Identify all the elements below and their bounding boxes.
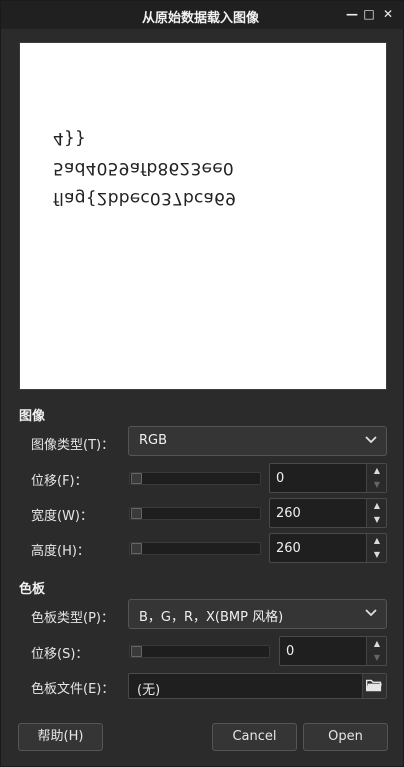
palette-offset-label: 位移(S)： xyxy=(31,647,89,662)
image-height-spinbox[interactable]: 260 ▲ ▼ xyxy=(269,533,387,563)
preview-text-line: 4}} xyxy=(53,128,87,148)
maximize-button[interactable]: □ xyxy=(361,6,377,22)
close-button[interactable]: ✕ xyxy=(380,6,396,22)
chevron-down-icon xyxy=(365,609,377,617)
image-width-spinbox[interactable]: 260 ▲ ▼ xyxy=(269,498,387,528)
slider-handle[interactable] xyxy=(131,473,142,484)
image-offset-slider[interactable] xyxy=(129,472,261,485)
arrow-down-icon[interactable]: ▼ xyxy=(367,478,387,492)
image-width-value: 260 xyxy=(276,506,301,521)
slider-handle[interactable] xyxy=(131,508,142,519)
arrow-up-icon[interactable]: ▲ xyxy=(367,499,387,513)
palette-file-label: 色板文件(E)： xyxy=(31,682,115,697)
preview-text-line: 5ad4059afb8623ee0 xyxy=(53,158,234,178)
palette-file-chooser[interactable]: (无) xyxy=(128,673,387,699)
slider-handle[interactable] xyxy=(131,543,142,554)
image-width-slider[interactable] xyxy=(129,507,261,520)
palette-offset-slider[interactable] xyxy=(129,645,270,658)
image-type-label: 图像类型(T)： xyxy=(31,438,115,453)
palette-type-label: 色板类型(P)： xyxy=(31,611,114,626)
image-width-label: 宽度(W)： xyxy=(31,509,93,524)
title-bar[interactable]: 从原始数据载入图像 — □ ✕ xyxy=(1,1,404,29)
palette-file-value: (无) xyxy=(137,683,161,698)
palette-section-heading: 色板 xyxy=(19,582,46,597)
arrow-down-icon[interactable]: ▼ xyxy=(367,513,387,527)
minimize-button[interactable]: — xyxy=(344,6,360,22)
palette-offset-spinbox[interactable]: 0 ▲ ▼ xyxy=(279,636,387,666)
image-offset-spinbox[interactable]: 0 ▲ ▼ xyxy=(269,463,387,493)
window-title: 从原始数据载入图像 xyxy=(141,11,259,26)
image-type-value: RGB xyxy=(139,433,168,448)
arrow-up-icon[interactable]: ▲ xyxy=(367,534,387,548)
chevron-down-icon xyxy=(365,436,377,444)
cancel-button[interactable]: Cancel xyxy=(212,723,297,751)
arrow-up-icon[interactable]: ▲ xyxy=(367,637,387,651)
arrow-up-icon[interactable]: ▲ xyxy=(367,464,387,478)
preview-text-line: flag{2bbec037bca69 xyxy=(53,188,237,208)
raw-image-dialog: 从原始数据载入图像 — □ ✕ 4}} 5ad4059afb8623ee0 fl… xyxy=(0,0,404,767)
folder-open-icon xyxy=(365,679,382,692)
image-preview: 4}} 5ad4059afb8623ee0 flag{2bbec037bca69 xyxy=(19,42,387,390)
image-height-value: 260 xyxy=(276,541,301,556)
slider-handle[interactable] xyxy=(131,646,142,657)
arrow-down-icon[interactable]: ▼ xyxy=(367,651,387,665)
folder-open-button[interactable] xyxy=(362,674,386,698)
spin-buttons: ▲ ▼ xyxy=(366,499,386,527)
image-section-heading: 图像 xyxy=(19,409,46,424)
palette-type-value: B，G，R，X(BMP 风格) xyxy=(139,610,284,625)
palette-offset-value: 0 xyxy=(286,644,295,659)
spin-buttons: ▲ ▼ xyxy=(366,534,386,562)
image-height-label: 高度(H)： xyxy=(31,544,90,559)
image-offset-value: 0 xyxy=(276,471,285,486)
spin-buttons: ▲ ▼ xyxy=(366,637,386,665)
image-height-slider[interactable] xyxy=(129,542,261,555)
help-button[interactable]: 帮助(H) xyxy=(18,723,103,751)
spin-buttons: ▲ ▼ xyxy=(366,464,386,492)
open-button[interactable]: Open xyxy=(303,723,388,751)
arrow-down-icon[interactable]: ▼ xyxy=(367,548,387,562)
image-offset-label: 位移(F)： xyxy=(31,474,88,489)
image-type-combo[interactable]: RGB xyxy=(128,426,387,456)
palette-type-combo[interactable]: B，G，R，X(BMP 风格) xyxy=(128,599,387,629)
